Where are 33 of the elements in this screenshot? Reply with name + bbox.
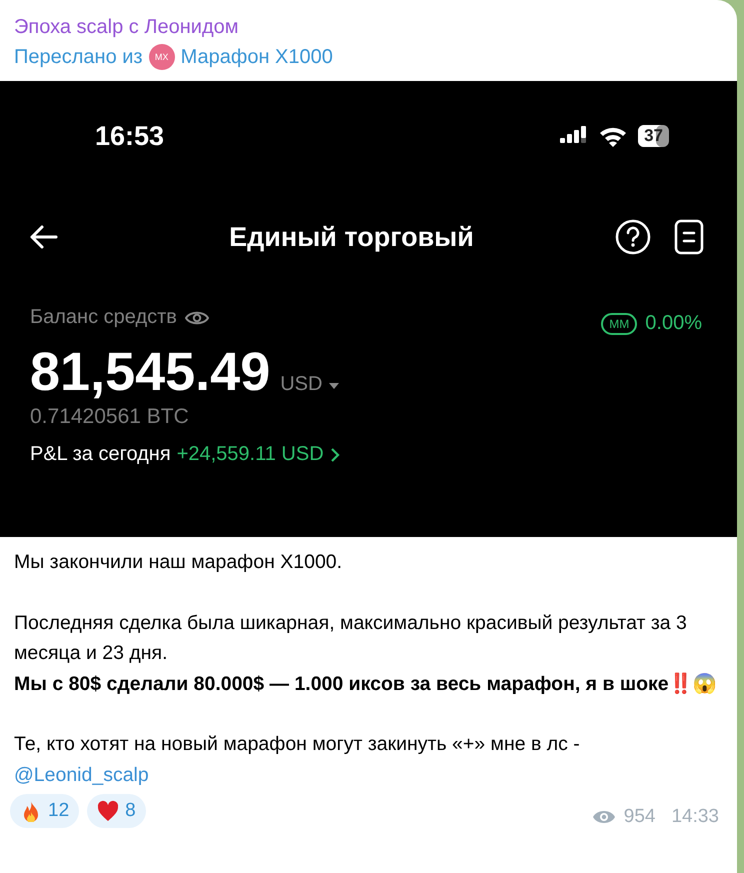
dropdown-icon: [328, 382, 340, 390]
battery-indicator: 37: [638, 125, 669, 147]
message-text: Мы с 80$ сделали 80.000$ — 1.000 иксов за весь марафон, я в шоке‼😱: [14, 672, 717, 696]
currency-selector[interactable]: USD: [280, 373, 322, 396]
message-text: Последняя сделка была шикарная, максимально красивый результат за 3 месяца и 23 дня.: [14, 610, 688, 666]
btc-amount: 0.71420561 BTC: [29, 405, 190, 429]
wifi-icon: [598, 125, 628, 147]
view-count: 954: [624, 806, 656, 828]
chevron-right-icon: [330, 446, 340, 462]
clock-time: 16:53: [95, 120, 164, 152]
sender-name[interactable]: Эпоха scalp с Леонидом: [0, 12, 737, 42]
message-text: Мы закончили наш марафон X1000.: [14, 550, 344, 575]
mention-link[interactable]: @Leonid_scalp: [14, 760, 717, 790]
back-arrow-icon: [28, 224, 58, 250]
balance-amount: 81,545.49: [30, 341, 270, 403]
margin-badge: MM: [601, 312, 638, 334]
channel-link[interactable]: Марафон X1000: [180, 42, 333, 72]
forwarded-label: Переслано из: [14, 45, 143, 70]
heart-icon: [97, 800, 120, 822]
reaction-chip[interactable]: 8: [87, 794, 146, 828]
screen-title: Единый торговый: [228, 222, 475, 252]
pnl-value[interactable]: +24,559.11 USD: [176, 443, 324, 466]
margin-value: 0.00%: [645, 312, 702, 335]
help-icon: [615, 219, 651, 255]
document-icon: [674, 219, 704, 255]
pnl-label: P&L за сегодня: [30, 443, 171, 466]
channel-avatar: MX: [148, 44, 175, 70]
reaction-chip[interactable]: 12: [10, 794, 80, 828]
eye-icon: [184, 310, 209, 326]
eye-icon: [592, 809, 616, 825]
balance-label: Баланс средств: [30, 306, 177, 329]
message-text: Те, кто хотят на новый марафон могут закинуть «+» мне в лс -: [14, 732, 581, 757]
message-time: 14:33: [671, 806, 719, 828]
